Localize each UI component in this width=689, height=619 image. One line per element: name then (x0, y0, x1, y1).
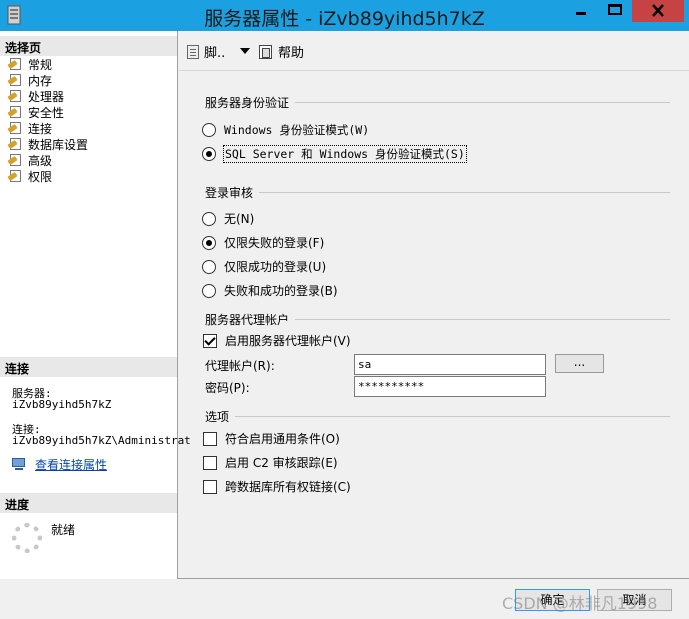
login-auditing-title: 登录审核 (205, 184, 260, 201)
toolbar-divider (179, 70, 689, 71)
radio-circle (202, 283, 216, 298)
help-button[interactable]: 帮助 (258, 42, 304, 61)
help-icon (258, 44, 274, 60)
page-item-label: 权限 (28, 169, 53, 184)
progress-status: 就绪 (51, 523, 76, 537)
radio-label: 失败和成功的登录(B) (224, 284, 338, 298)
radio-audit-failed[interactable]: 仅限失败的登录(F) (202, 234, 324, 251)
cross-db-ownership-checkbox[interactable]: 跨数据库所有权链接(C) (203, 478, 351, 495)
radio-label: 仅限失败的登录(F) (224, 236, 325, 250)
minimize-button[interactable] (564, 0, 598, 22)
checkbox-box (203, 455, 217, 470)
bottom-divider (178, 578, 689, 579)
proxy-account-title: 服务器代理帐户 (205, 311, 296, 328)
radio-audit-successful[interactable]: 仅限成功的登录(U) (202, 258, 326, 275)
radio-circle (202, 123, 216, 137)
page-item-label: 数据库设置 (28, 137, 89, 152)
script-button[interactable]: 脚.. (185, 42, 225, 61)
server-authentication-title: 服务器身份验证 (205, 94, 296, 111)
page-wrench-icon (7, 57, 24, 71)
ok-button[interactable]: 确定 (515, 589, 590, 611)
proxy-account-field[interactable]: sa (354, 354, 546, 375)
view-connection-properties-link[interactable]: 查看连接属性 (12, 456, 107, 473)
page-item-label: 安全性 (28, 105, 65, 120)
toolbar: 脚.. 帮助 (179, 31, 689, 70)
page-wrench-icon (7, 121, 24, 135)
radio-circle (202, 211, 216, 226)
close-button[interactable] (632, 0, 684, 22)
radio-circle (202, 147, 216, 161)
radio-windows-auth[interactable]: Windows 身份验证模式(W) (202, 122, 369, 138)
page-item-security[interactable]: 安全性 (7, 104, 65, 120)
left-panel: 选择页 常规 内存 处理器 安全性 连接 数据库设置 高级 权限 连接 服务器:… (0, 31, 191, 579)
connection-header: 连接 (0, 357, 177, 377)
page-item-advanced[interactable]: 高级 (7, 152, 53, 168)
common-criteria-checkbox[interactable]: 符合启用通用条件(O) (203, 430, 340, 447)
cancel-button[interactable]: 取消 (597, 589, 672, 611)
page-wrench-icon (7, 73, 24, 87)
server-value: iZvb89yihd5h7kZ (12, 398, 112, 411)
checkbox-label: 启用服务器代理帐户(V) (225, 334, 351, 348)
radio-audit-both[interactable]: 失败和成功的登录(B) (202, 282, 338, 299)
title-bar: 服务器属性 - iZvb89yihd5h7kZ (0, 0, 689, 31)
connection-value: iZvb89yihd5h7kZ\Administrat (12, 434, 191, 447)
options-title: 选项 (205, 408, 236, 425)
proxy-account-label: 代理帐户(R): (205, 359, 275, 373)
page-wrench-icon (7, 89, 24, 103)
radio-label: 无(N) (224, 212, 255, 226)
page-wrench-icon (7, 105, 24, 119)
page-item-label: 连接 (28, 121, 53, 136)
group-divider (205, 416, 670, 417)
radio-audit-none[interactable]: 无(N) (202, 210, 254, 227)
script-label: 脚.. (204, 46, 226, 61)
maximize-icon (608, 4, 622, 15)
browse-button[interactable]: ... (555, 354, 604, 373)
password-field[interactable]: ********** (354, 376, 546, 397)
page-item-processor[interactable]: 处理器 (7, 88, 65, 104)
radio-circle (202, 259, 216, 274)
radio-label: SQL Server 和 Windows 身份验证模式(S) (223, 145, 467, 163)
select-page-header: 选择页 (0, 36, 177, 56)
view-connection-properties-label: 查看连接属性 (35, 458, 108, 472)
checkbox-label: 启用 C2 审核跟踪(E) (225, 456, 338, 470)
page-item-label: 常规 (28, 57, 53, 72)
page-wrench-icon (7, 169, 24, 183)
page-item-label: 高级 (28, 153, 53, 168)
radio-label: Windows 身份验证模式(W) (224, 123, 370, 137)
radio-circle (202, 235, 216, 250)
enable-proxy-checkbox[interactable]: 启用服务器代理帐户(V) (203, 332, 351, 349)
checkbox-label: 符合启用通用条件(O) (225, 432, 340, 446)
minimize-icon (576, 12, 586, 15)
checkbox-box (203, 431, 217, 446)
radio-mixed-auth[interactable]: SQL Server 和 Windows 身份验证模式(S) (202, 145, 467, 163)
page-item-permissions[interactable]: 权限 (7, 168, 53, 184)
password-label: 密码(P): (205, 381, 250, 395)
group-divider (205, 192, 670, 193)
page-item-general[interactable]: 常规 (7, 56, 53, 72)
script-dropdown-icon[interactable] (240, 48, 250, 54)
script-icon (185, 44, 201, 60)
page-item-connections[interactable]: 连接 (7, 120, 53, 136)
page-item-database-settings[interactable]: 数据库设置 (7, 136, 89, 152)
checkbox-box (203, 479, 217, 494)
close-icon (652, 4, 664, 17)
checkbox-label: 跨数据库所有权链接(C) (225, 480, 351, 494)
checkbox-box (203, 333, 217, 348)
page-wrench-icon (7, 153, 24, 167)
page-item-label: 处理器 (28, 89, 65, 104)
progress-spinner-icon (12, 523, 42, 553)
progress-header: 进度 (0, 493, 177, 513)
page-wrench-icon (7, 137, 24, 151)
page-item-memory[interactable]: 内存 (7, 72, 53, 88)
connection-properties-icon (12, 457, 28, 472)
maximize-button[interactable] (598, 0, 632, 22)
page-item-label: 内存 (28, 73, 53, 88)
c2-audit-checkbox[interactable]: 启用 C2 审核跟踪(E) (203, 454, 338, 471)
help-label: 帮助 (278, 46, 305, 61)
radio-label: 仅限成功的登录(U) (224, 260, 327, 274)
